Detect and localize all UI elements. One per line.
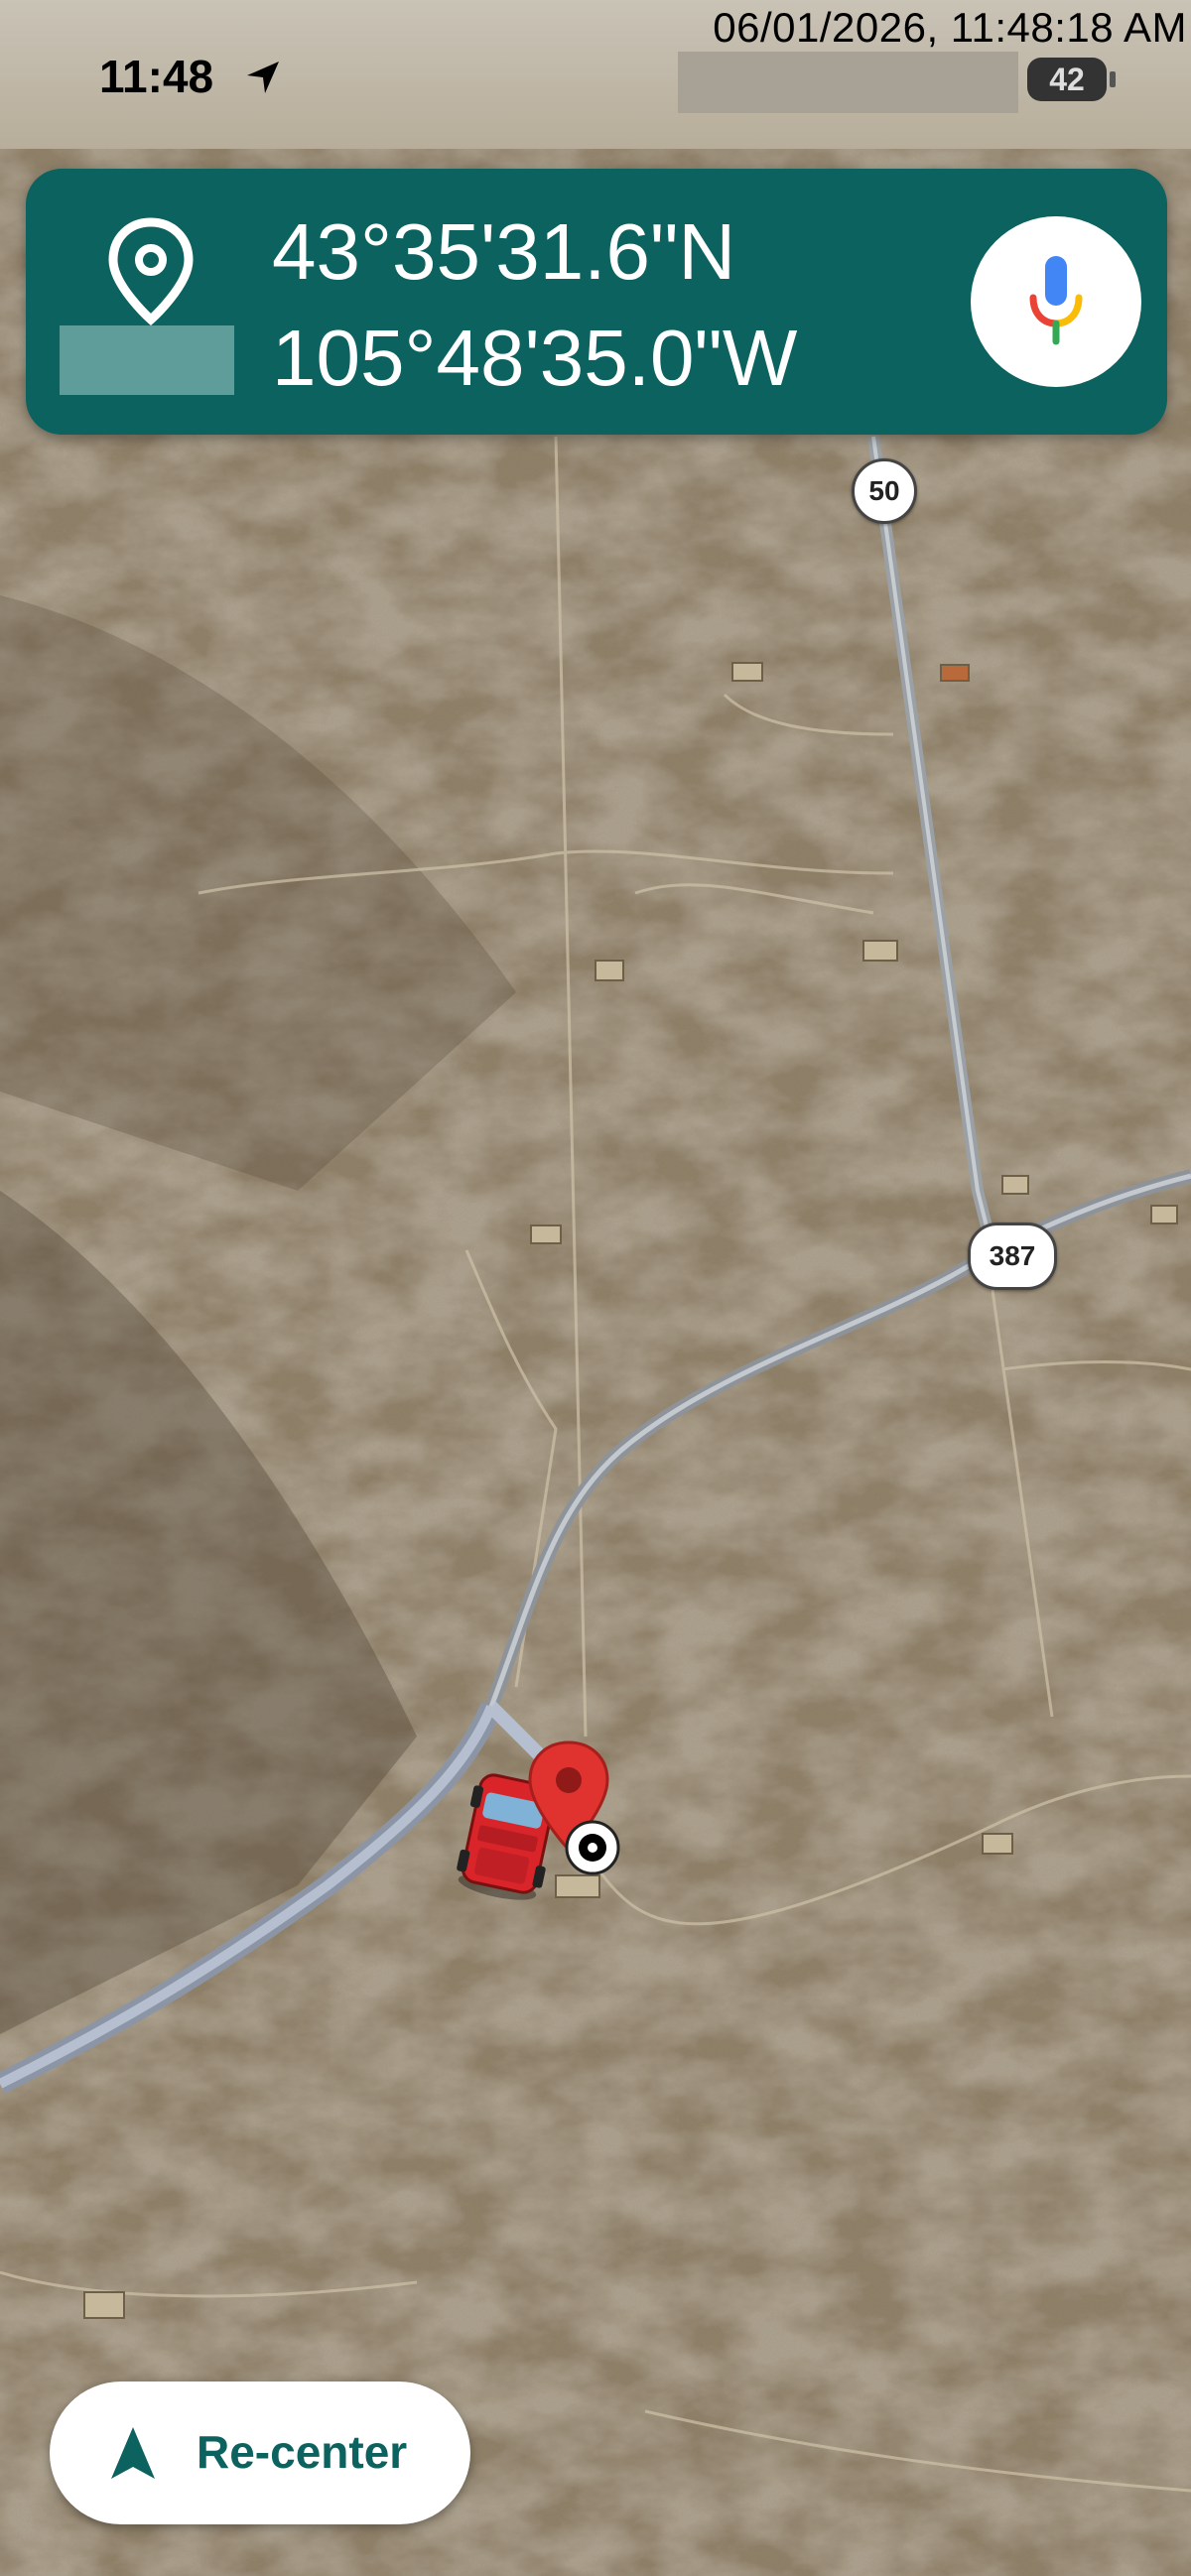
latitude-text[interactable]: 43°35'31.6"N <box>272 206 735 298</box>
map-pin-outline-icon <box>108 217 194 325</box>
redacted-area <box>60 325 234 395</box>
battery-tip <box>1110 71 1116 87</box>
microphone-icon <box>1029 256 1083 345</box>
target-dot-icon <box>565 1820 620 1875</box>
recenter-button[interactable]: Re-center <box>50 2382 470 2524</box>
capture-timestamp: 06/01/2026, 11:48:18 AM <box>713 4 1187 51</box>
location-arrow-icon <box>247 62 279 93</box>
recenter-label: Re-center <box>197 2426 408 2478</box>
coordinates-card[interactable]: 43°35'31.6"N 105°48'35.0"W <box>26 169 1167 435</box>
voice-search-button[interactable] <box>971 216 1141 387</box>
battery-indicator: 42 <box>1027 58 1107 101</box>
longitude-text[interactable]: 105°48'35.0"W <box>272 313 797 404</box>
route-shield-50: 50 <box>852 458 917 524</box>
status-time: 11:48 <box>99 51 214 102</box>
route-shield-387: 387 <box>968 1223 1057 1290</box>
navigation-arrow-icon <box>111 2427 155 2479</box>
redacted-area <box>678 52 1018 113</box>
